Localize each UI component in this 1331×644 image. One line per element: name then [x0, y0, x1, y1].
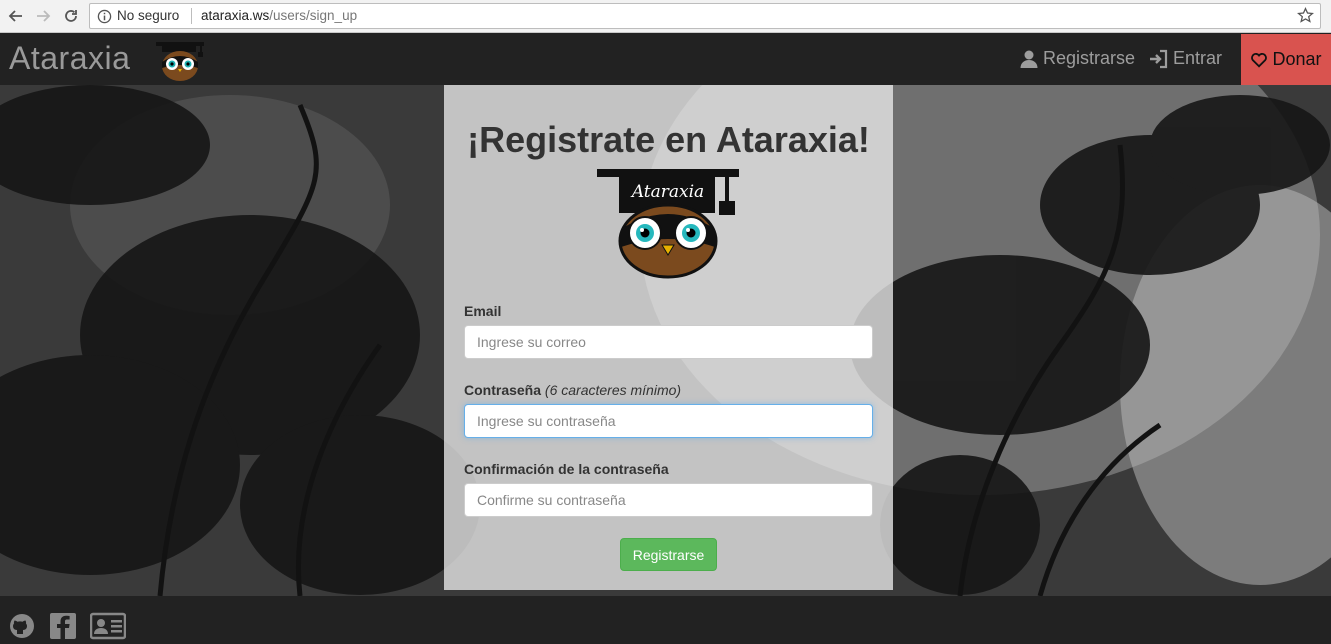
contact-card-icon[interactable] — [90, 612, 126, 640]
url-path: /users/sign_up — [269, 8, 358, 23]
email-label: Email — [464, 303, 502, 319]
brand-link[interactable]: Ataraxia — [9, 40, 130, 77]
browser-toolbar: No seguro ataraxia.ws/users/sign_up — [0, 0, 1331, 33]
forward-arrow-icon — [37, 10, 51, 22]
forward-button[interactable] — [33, 6, 53, 26]
donate-label: Donar — [1272, 49, 1322, 69]
facebook-icon[interactable] — [49, 612, 77, 640]
address-bar[interactable]: No seguro ataraxia.ws/users/sign_up — [89, 3, 1321, 29]
nav-login-label: Entrar — [1173, 48, 1223, 68]
back-arrow-icon — [8, 10, 22, 22]
password-label: Contraseña — [464, 382, 542, 398]
omnibox-divider — [191, 8, 192, 24]
url-text[interactable]: ataraxia.ws/users/sign_up — [201, 8, 357, 23]
password-hint: (6 caracteres mínimo) — [544, 382, 682, 398]
reload-icon — [65, 10, 77, 22]
owl-graduate-logo-icon: Ataraxia — [597, 169, 739, 279]
bookmark-star-icon[interactable] — [1297, 7, 1314, 24]
password-field[interactable] — [464, 404, 873, 438]
back-button[interactable] — [6, 6, 26, 26]
user-icon — [1020, 50, 1038, 68]
security-status: No seguro — [117, 8, 180, 23]
page-title: ¡Registrate en Ataraxia! — [467, 119, 870, 160]
top-navbar: Ataraxia Registrarse Entrar Donar — [0, 34, 1331, 85]
register-submit-button[interactable]: Registrarse — [620, 538, 717, 571]
reload-button[interactable] — [61, 6, 81, 26]
logo-text: Ataraxia — [630, 182, 704, 202]
password-confirmation-label: Confirmación de la contraseña — [464, 461, 669, 477]
footer — [0, 596, 1331, 644]
owl-logo-icon[interactable] — [154, 38, 206, 82]
github-icon[interactable] — [8, 612, 36, 640]
nav-register-label: Registrarse — [1043, 48, 1136, 68]
nav-register-link[interactable]: Registrarse — [1019, 48, 1135, 69]
sign-in-icon — [1150, 49, 1168, 68]
heart-icon — [1251, 52, 1268, 68]
email-field[interactable] — [464, 325, 873, 359]
signup-panel: ¡Registrate en Ataraxia! Ataraxia Email … — [444, 85, 893, 590]
donate-button[interactable]: Donar — [1241, 34, 1331, 85]
nav-login-link[interactable]: Entrar — [1149, 48, 1222, 69]
password-label-row: Contraseña (6 caracteres mínimo) — [464, 382, 681, 398]
password-confirmation-field[interactable] — [464, 483, 873, 517]
info-icon[interactable] — [97, 9, 112, 24]
url-host: ataraxia.ws — [201, 8, 270, 23]
